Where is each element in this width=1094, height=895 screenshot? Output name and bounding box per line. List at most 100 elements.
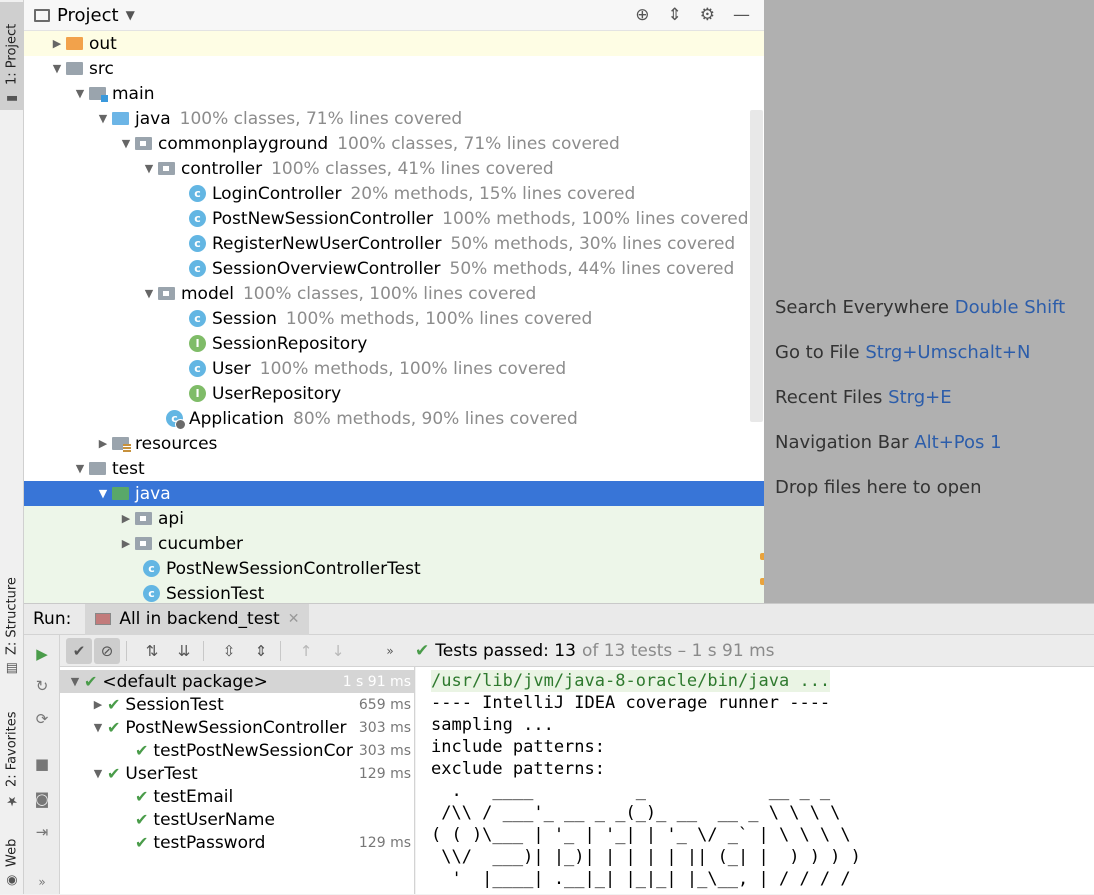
test-node-sessiontest[interactable]: ▶ ✔ SessionTest 659 ms xyxy=(60,693,414,716)
tree-node-main-java[interactable]: ▼ java 100% classes, 71% lines covered xyxy=(24,106,764,131)
check-icon: ✔ xyxy=(415,640,430,661)
console-command-line[interactable]: /usr/lib/jvm/java-8-oracle/bin/java ... xyxy=(431,670,831,692)
tree-node-application[interactable]: c Application 80% methods, 90% lines cov… xyxy=(24,406,764,431)
gear-icon[interactable]: ⚙ xyxy=(700,5,715,25)
console-output[interactable]: /usr/lib/jvm/java-8-oracle/bin/java ... … xyxy=(416,667,1094,894)
camera-icon[interactable]: ◙ xyxy=(32,790,52,810)
project-view-selector[interactable]: Project ▼ xyxy=(34,5,135,26)
tree-node-sessiontest[interactable]: c SessionTest xyxy=(24,581,764,603)
tree-node-commonplayground[interactable]: ▼ commonplayground 100% classes, 71% lin… xyxy=(24,131,764,156)
tree-node-out[interactable]: ▶ out xyxy=(24,31,764,56)
chevron-down-icon[interactable]: ▼ xyxy=(71,87,89,100)
locate-icon[interactable]: ⊕ xyxy=(635,5,649,25)
run-tab-all-in-backend-test[interactable]: All in backend_test ✕ xyxy=(85,603,310,635)
rerun-failed-icon[interactable]: ↻ xyxy=(32,677,52,697)
chevron-right-icon[interactable]: ▶ xyxy=(89,698,107,711)
test-node-postnewsessioncontroller[interactable]: ▼ ✔ PostNewSessionController 303 ms xyxy=(60,716,414,739)
tree-node-userrepository[interactable]: I UserRepository xyxy=(24,381,764,406)
hint-shortcut: Alt+Pos 1 xyxy=(914,432,1002,453)
expand-all-icon[interactable]: ⇳ xyxy=(216,638,242,664)
rerun-icon[interactable]: ▶ xyxy=(32,645,52,665)
favorites-tool-tab[interactable]: ★ 2: Favorites xyxy=(0,700,24,812)
check-icon: ✔ xyxy=(135,810,149,829)
console-line: sampling ... xyxy=(431,715,554,735)
chevron-down-icon: ▼ xyxy=(125,8,135,22)
more-icon[interactable]: » xyxy=(32,875,52,895)
collapse-all-icon[interactable]: ⇕ xyxy=(248,638,274,664)
test-node-testemail[interactable]: ✔ testEmail xyxy=(60,785,414,808)
tree-node-model[interactable]: ▼ model 100% classes, 100% lines covered xyxy=(24,281,764,306)
close-icon[interactable]: ✕ xyxy=(288,611,300,627)
arrow-down-icon[interactable]: ↓ xyxy=(325,638,351,664)
tree-node-test-java[interactable]: ▼ java xyxy=(24,481,764,506)
tree-node-sessionoverviewcontroller[interactable]: c SessionOverviewController 50% methods,… xyxy=(24,256,764,281)
tree-node-resources[interactable]: ▶ resources xyxy=(24,431,764,456)
chevron-right-icon[interactable]: ▶ xyxy=(117,512,135,525)
tree-node-controller[interactable]: ▼ controller 100% classes, 41% lines cov… xyxy=(24,156,764,181)
test-duration: 303 ms xyxy=(358,742,411,759)
tree-node-session[interactable]: c Session 100% methods, 100% lines cover… xyxy=(24,306,764,331)
test-node-testpassword[interactable]: ✔ testPassword 129 ms xyxy=(60,831,414,854)
folder-icon xyxy=(66,37,83,50)
test-node-usertest[interactable]: ▼ ✔ UserTest 129 ms xyxy=(60,762,414,785)
tree-node-registernewusercontroller[interactable]: c RegisterNewUserController 50% methods,… xyxy=(24,231,764,256)
chevron-down-icon[interactable]: ▼ xyxy=(94,487,112,500)
chevron-down-icon[interactable]: ▼ xyxy=(66,675,84,688)
coverage-text: 100% methods, 100% lines covered xyxy=(259,358,567,379)
chevron-down-icon[interactable]: ▼ xyxy=(89,721,107,734)
toggle-auto-test-icon[interactable]: ⟳ xyxy=(32,710,52,730)
show-ignored-icon[interactable]: ⊘ xyxy=(94,637,120,664)
tree-node-user[interactable]: c User 100% methods, 100% lines covered xyxy=(24,356,764,381)
project-title: Project xyxy=(57,4,119,26)
web-tool-tab-label: Web xyxy=(4,838,20,867)
minimize-icon[interactable]: — xyxy=(733,5,750,25)
sort-by-duration-icon[interactable]: ⇊ xyxy=(171,638,197,664)
tree-node-postnewsessioncontrollertest[interactable]: c PostNewSessionControllerTest xyxy=(24,556,764,581)
tree-node-sessionrepository[interactable]: I SessionRepository xyxy=(24,331,764,356)
chevron-right-icon[interactable]: ▶ xyxy=(117,537,135,550)
test-results-tree: ▼ ✔ <default package> 1 s 91 ms ▶ ✔ Sess… xyxy=(60,667,415,894)
test-node-testpostnewsession[interactable]: ✔ testPostNewSessionCor 303 ms xyxy=(60,739,414,762)
chevron-down-icon[interactable]: ▼ xyxy=(94,112,112,125)
class-icon: c xyxy=(189,235,206,252)
more-icon[interactable]: » xyxy=(377,638,403,664)
arrow-up-icon[interactable]: ↑ xyxy=(293,638,319,664)
hint-text: Navigation Bar xyxy=(775,432,909,453)
console-banner-line: \\/ ___)| |_)| | | | | || (_| | ) ) ) ) xyxy=(431,847,861,867)
package-icon xyxy=(158,287,175,300)
tree-node-test[interactable]: ▼ test xyxy=(24,456,764,481)
collapse-all-icon[interactable]: ⇕ xyxy=(668,5,682,25)
test-node-default-package[interactable]: ▼ ✔ <default package> 1 s 91 ms xyxy=(60,670,414,693)
project-tool-tab[interactable]: ▬ 1: Project xyxy=(0,2,24,110)
check-icon: ✔ xyxy=(135,833,149,852)
sort-alphabetically-icon[interactable]: ⇅ xyxy=(139,638,165,664)
tree-node-cucumber[interactable]: ▶ cucumber xyxy=(24,531,764,556)
chevron-down-icon[interactable]: ▼ xyxy=(140,162,158,175)
web-tool-tab[interactable]: ◉ Web xyxy=(0,830,24,892)
chevron-down-icon[interactable]: ▼ xyxy=(48,62,66,75)
stop-icon[interactable]: ■ xyxy=(32,755,52,775)
chevron-down-icon[interactable]: ▼ xyxy=(71,462,89,475)
chevron-down-icon[interactable]: ▼ xyxy=(117,137,135,150)
hint-text: Search Everywhere xyxy=(775,297,949,318)
chevron-right-icon[interactable]: ▶ xyxy=(48,37,66,50)
chevron-right-icon[interactable]: ▶ xyxy=(94,437,112,450)
spring-boot-class-icon: c xyxy=(166,410,186,430)
test-node-testusername[interactable]: ✔ testUserName xyxy=(60,808,414,831)
interface-icon: I xyxy=(189,385,206,402)
tree-node-src[interactable]: ▼ src xyxy=(24,56,764,81)
tree-node-postnewsessioncontroller[interactable]: c PostNewSessionController 100% methods,… xyxy=(24,206,764,231)
chevron-down-icon[interactable]: ▼ xyxy=(140,287,158,300)
vertical-scrollbar[interactable] xyxy=(750,110,763,422)
show-passed-icon[interactable]: ✔ xyxy=(66,637,92,664)
tree-node-main[interactable]: ▼ main xyxy=(24,81,764,106)
check-icon: ✔ xyxy=(107,695,121,714)
tree-node-logincontroller[interactable]: c LoginController 20% methods, 15% lines… xyxy=(24,181,764,206)
import-tests-icon[interactable]: ⇥ xyxy=(32,823,52,843)
structure-tool-tab[interactable]: ▤ Z: Structure xyxy=(0,570,24,680)
run-label: Run: xyxy=(33,609,72,629)
tree-node-label: User xyxy=(212,358,251,379)
tree-node-api[interactable]: ▶ api xyxy=(24,506,764,531)
console-line: ---- IntelliJ IDEA coverage runner ---- xyxy=(431,693,831,713)
chevron-down-icon[interactable]: ▼ xyxy=(89,767,107,780)
